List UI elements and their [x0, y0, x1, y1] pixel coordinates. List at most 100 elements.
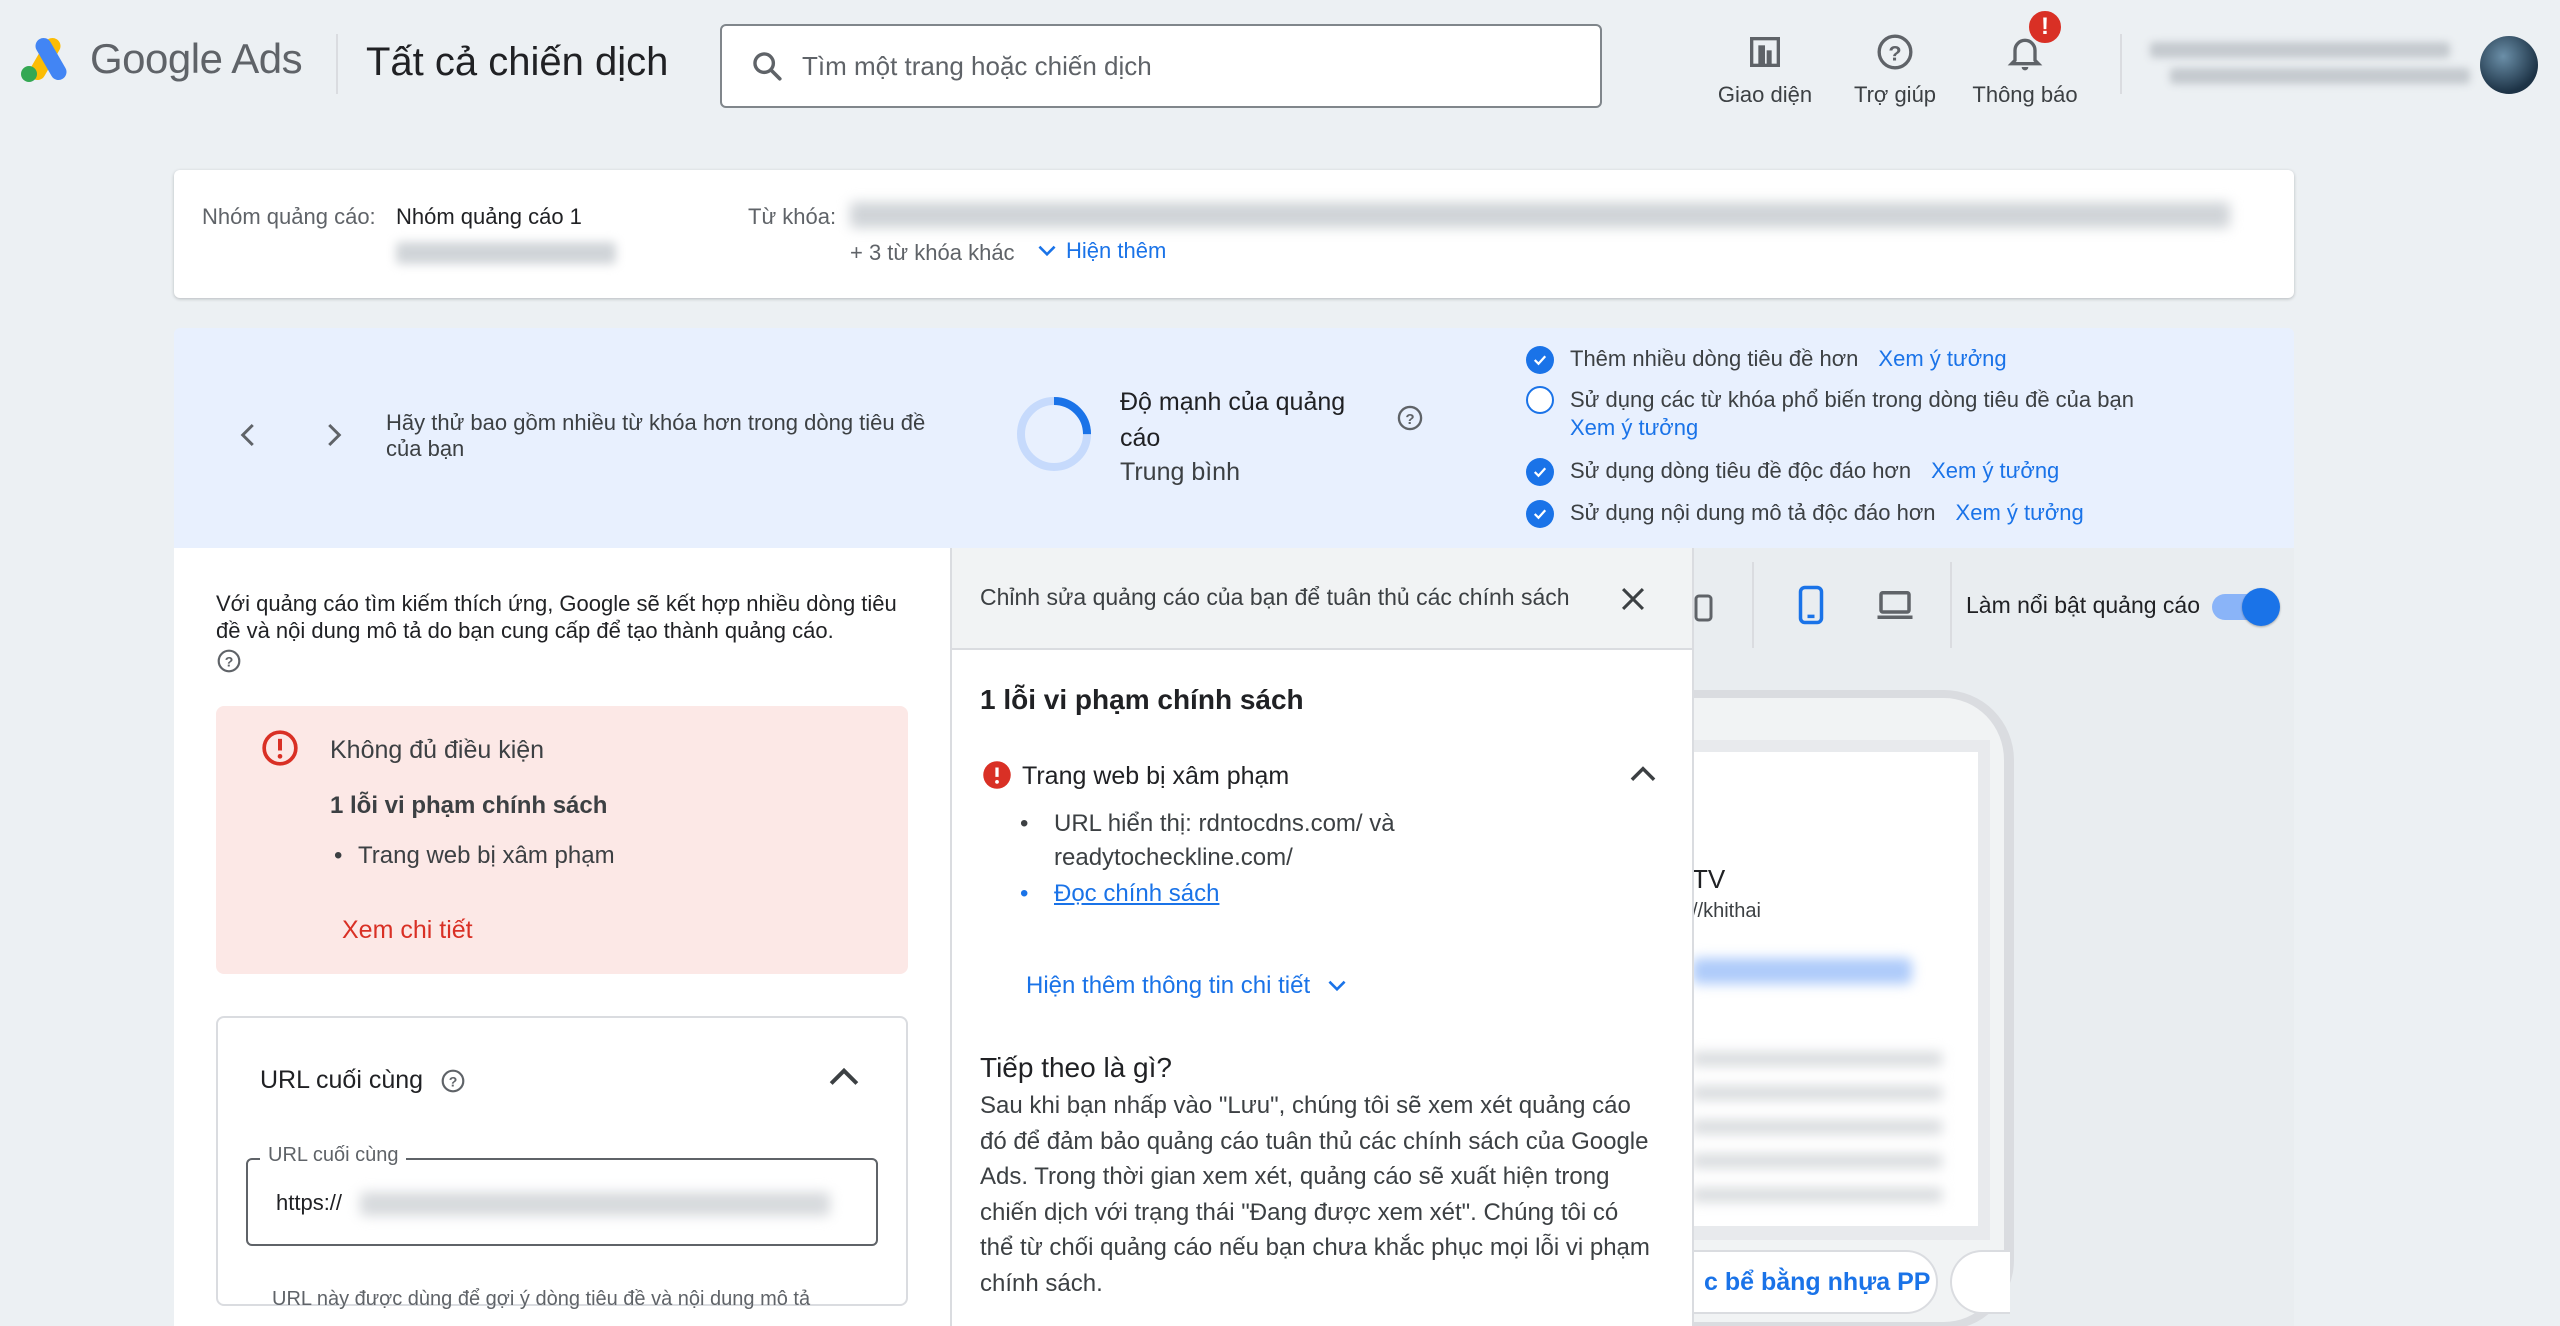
- chevron-down-icon: [1328, 980, 1346, 992]
- strength-checklist: Thêm nhiều dòng tiêu đề hơn Xem ý tưởng …: [1526, 346, 2266, 540]
- view-details-link[interactable]: Xem chi tiết: [342, 916, 473, 945]
- see-ideas-link[interactable]: Xem ý tưởng: [1931, 458, 2059, 484]
- google-ads-logo-icon: [21, 38, 67, 82]
- see-ideas-link[interactable]: Xem ý tưởng: [1878, 346, 2006, 372]
- adgroup-redacted: [396, 242, 616, 264]
- desktop-icon[interactable]: [1872, 584, 1918, 626]
- violation-item: Trang web bị xâm phạm: [358, 842, 615, 869]
- checklist-text: Sử dụng các từ khóa phổ biến trong dòng …: [1570, 387, 2134, 412]
- ineligible-status: Không đủ điều kiện: [330, 736, 545, 764]
- checklist-item: Sử dụng các từ khóa phổ biến trong dòng …: [1526, 386, 2266, 458]
- policy-panel-header: Chỉnh sửa quảng cáo của bạn để tuân thủ …: [952, 548, 1692, 650]
- read-policy-link[interactable]: Đọc chính sách: [1054, 880, 1219, 908]
- show-more-details-link[interactable]: Hiện thêm thông tin chi tiết: [1026, 972, 1350, 1000]
- check-circle-icon: [1526, 346, 1554, 374]
- checklist-text: Sử dụng dòng tiêu đề độc đáo hơn: [1570, 458, 1912, 483]
- ad-preview-description-redacted: [1692, 1052, 1942, 1202]
- toolbar-divider: [1752, 562, 1754, 648]
- highlight-toggle-knob[interactable]: [2242, 588, 2280, 626]
- checklist-text: Thêm nhiều dòng tiêu đề hơn: [1570, 346, 1859, 371]
- appearance-label: Giao diện: [1717, 82, 1813, 107]
- adgroup-value: Nhóm quảng cáo 1: [396, 204, 582, 229]
- chevron-up-icon[interactable]: [822, 1056, 866, 1100]
- policy-title: 1 lỗi vi phạm chính sách: [980, 684, 1304, 715]
- mobile-icon[interactable]: [1790, 584, 1832, 626]
- error-icon: [262, 730, 298, 766]
- search-icon: [753, 52, 782, 81]
- account-info-redacted[interactable]: [2150, 38, 2480, 92]
- final-url-title: URL cuối cùng: [260, 1066, 424, 1094]
- adgroup-info-card: Nhóm quảng cáo: Nhóm quảng cáo 1 Từ khóa…: [174, 170, 2294, 298]
- help-icon: ?: [1877, 34, 1913, 70]
- close-icon[interactable]: [1616, 582, 1650, 616]
- show-more-keywords-link[interactable]: Hiện thêm: [1034, 238, 1166, 264]
- final-url-helper: URL này được dùng để gợi ý dòng tiêu đề …: [272, 1288, 811, 1310]
- page-title: Tất cả chiến dịch: [366, 40, 669, 84]
- policy-panel: Chỉnh sửa quảng cáo của bạn để tuân thủ …: [950, 548, 1694, 1326]
- see-ideas-link[interactable]: Xem ý tưởng: [1956, 500, 2084, 526]
- avatar[interactable]: [2480, 36, 2538, 94]
- help-icon[interactable]: ?: [216, 648, 242, 674]
- help-button[interactable]: ? Trợ giúp: [1830, 18, 1960, 108]
- final-url-redacted: [360, 1192, 830, 1216]
- strength-level: Trung bình: [1120, 458, 1240, 486]
- violation-bullet: •: [334, 842, 343, 869]
- chevron-right-icon[interactable]: [318, 420, 348, 450]
- checklist-item: Thêm nhiều dòng tiêu đề hơn Xem ý tưởng: [1526, 346, 2266, 386]
- svg-text:?: ?: [1888, 40, 1901, 65]
- final-url-value: https://: [276, 1190, 343, 1215]
- ad-preview-headline-redacted: [1692, 958, 1912, 984]
- ad-preview-title: TV: [1692, 864, 1726, 894]
- chevron-left-icon[interactable]: [234, 420, 264, 450]
- svg-text:?: ?: [1405, 411, 1414, 428]
- ineligible-alert: Không đủ điều kiện 1 lỗi vi phạm chính s…: [216, 706, 908, 974]
- appearance-icon: [1750, 37, 1780, 67]
- next-steps-body: Sau khi bạn nhấp vào "Lưu", chúng tôi sẽ…: [980, 1092, 1650, 1297]
- chevron-up-icon[interactable]: [1624, 756, 1662, 794]
- display-url-bullet: •: [1020, 810, 1029, 837]
- appearance-button[interactable]: Giao diện: [1700, 18, 1830, 108]
- display-url-line-2: readytocheckline.com/: [1054, 844, 1293, 871]
- toolbar-divider: [1950, 562, 1952, 648]
- error-filled-icon: [983, 761, 1011, 789]
- strength-tip: Hãy thử bao gồm nhiều từ khóa hơn trong …: [386, 410, 926, 461]
- show-more-details-label: Hiện thêm thông tin chi tiết: [1026, 972, 1311, 999]
- see-ideas-link[interactable]: Xem ý tưởng: [1570, 415, 1698, 440]
- check-circle-icon: [1526, 500, 1554, 528]
- adgroup-label: Nhóm quảng cáo:: [202, 204, 376, 229]
- strength-title: Độ mạnh của quảng cáo: [1120, 388, 1346, 452]
- search-box[interactable]: [720, 24, 1602, 108]
- keywords-label: Từ khóa:: [748, 204, 837, 229]
- final-url-field-label: URL cuối cùng: [260, 1144, 407, 1167]
- svg-text:?: ?: [449, 1073, 458, 1089]
- highlight-label: Làm nổi bật quảng cáo: [1966, 592, 2201, 618]
- ad-strength-banner: Hãy thử bao gồm nhiều từ khóa hơn trong …: [174, 328, 2294, 548]
- chevron-down-icon: [1038, 245, 1056, 257]
- notifications-button[interactable]: Thông báo: [1960, 18, 2090, 108]
- svg-text:?: ?: [225, 653, 234, 669]
- strength-gauge: [1017, 397, 1091, 471]
- more-keywords-count: + 3 từ khóa khác: [850, 240, 1015, 265]
- search-input[interactable]: [802, 50, 1562, 82]
- checklist-item: Sử dụng nội dung mô tả độc đáo hơn Xem ý…: [1526, 500, 2266, 540]
- empty-circle-icon: [1526, 386, 1554, 414]
- google-ads-logo[interactable]: Google Ads: [18, 34, 303, 84]
- sitelink-chip[interactable]: [1950, 1250, 2010, 1314]
- check-circle-icon: [1526, 458, 1554, 486]
- display-url-line-1: URL hiển thị: rdntocdns.com/ và: [1054, 810, 1395, 837]
- checklist-text: Sử dụng nội dung mô tả độc đáo hơn: [1570, 500, 1936, 525]
- next-steps-title: Tiếp theo là gì?: [980, 1052, 1172, 1083]
- ad-preview-url: //khithai: [1692, 900, 1761, 922]
- help-icon[interactable]: ?: [440, 1068, 466, 1094]
- notifications-label: Thông báo: [1972, 82, 2078, 107]
- policy-link-bullet: •: [1020, 880, 1029, 907]
- header-divider: [336, 34, 338, 94]
- violation-count: 1 lỗi vi phạm chính sách: [330, 792, 608, 819]
- final-url-field[interactable]: URL cuối cùng https://: [246, 1144, 878, 1246]
- keywords-redacted: [850, 202, 2230, 228]
- violation-name: Trang web bị xâm phạm: [1022, 762, 1290, 790]
- checklist-item: Sử dụng dòng tiêu đề độc đáo hơn Xem ý t…: [1526, 458, 2266, 500]
- help-icon[interactable]: ?: [1396, 404, 1424, 432]
- notification-badge: !: [2026, 8, 2064, 46]
- show-more-label: Hiện thêm: [1066, 238, 1167, 263]
